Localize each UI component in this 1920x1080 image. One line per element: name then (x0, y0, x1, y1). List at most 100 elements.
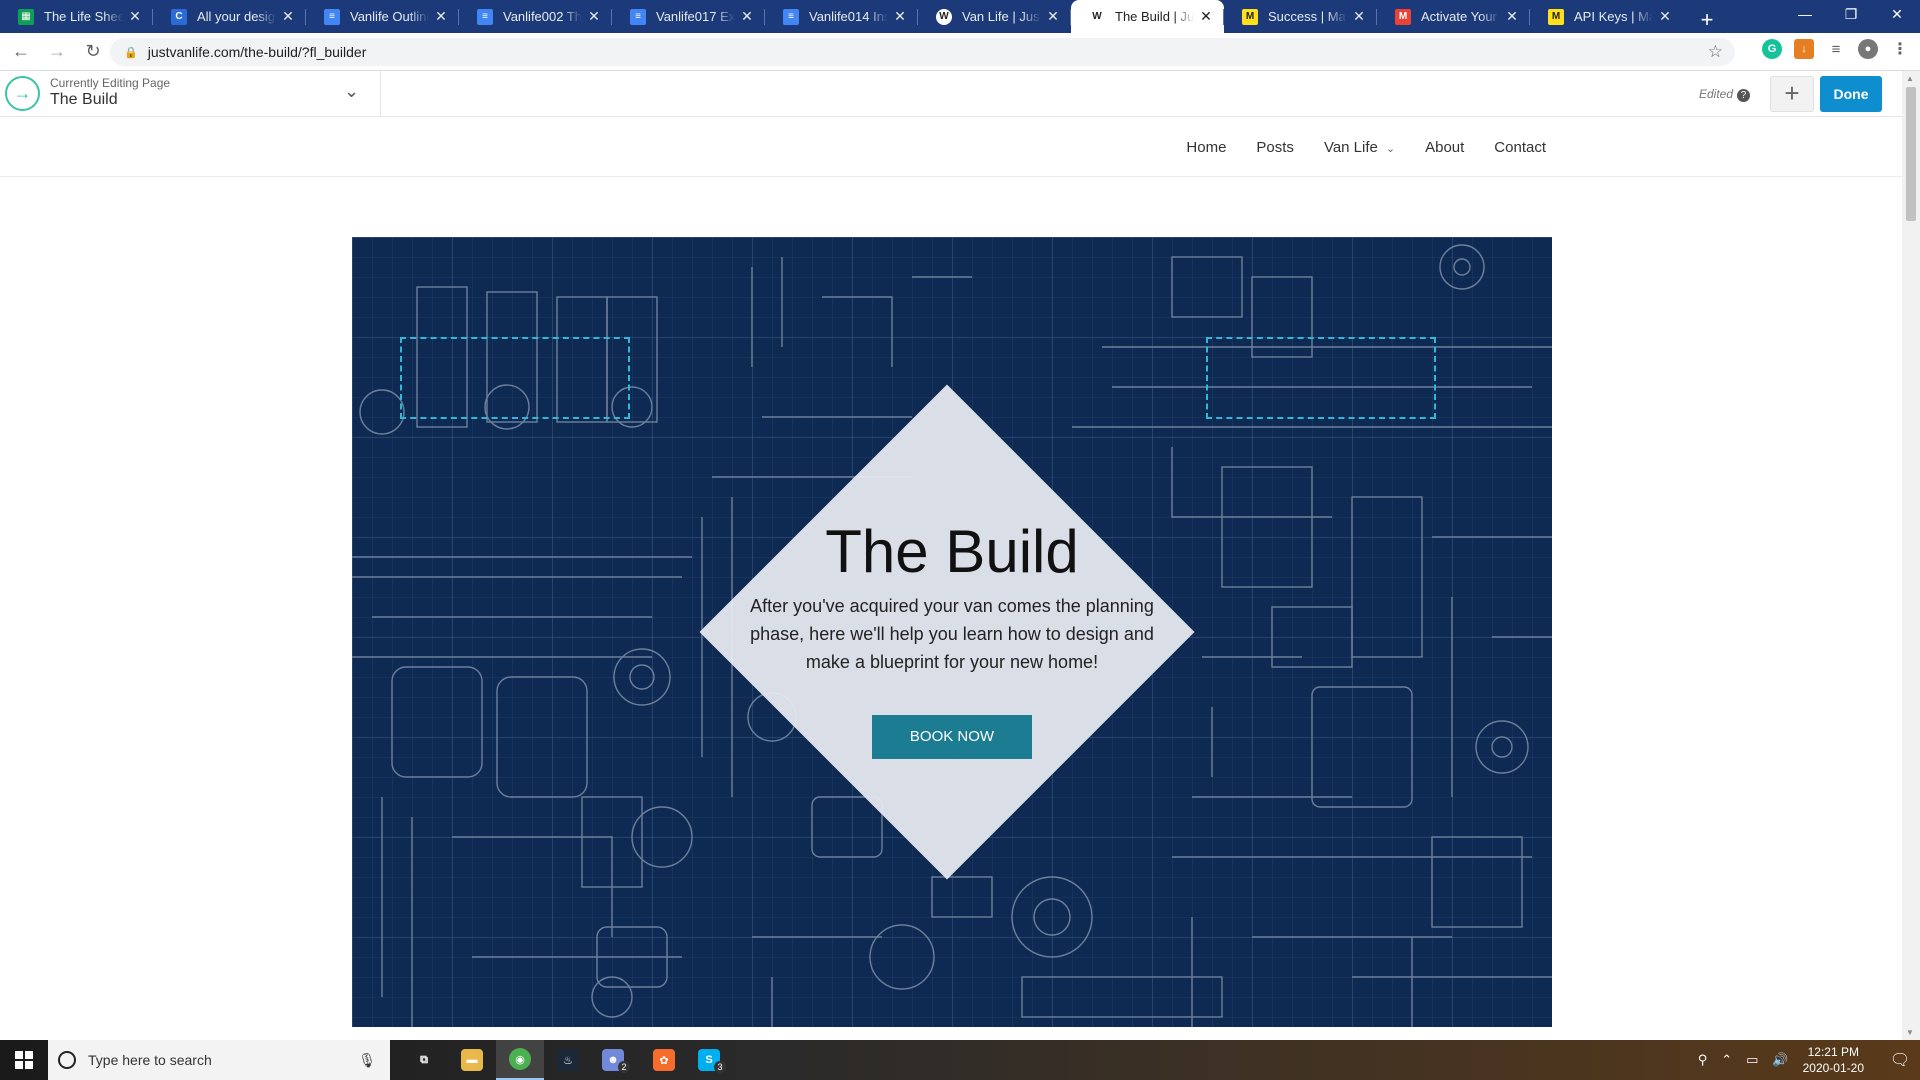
site-header: Home Posts Van Life ⌄ About Contact (0, 117, 1902, 177)
page-builder-bar: → Currently Editing Page The Build ⌄ Edi… (0, 71, 1902, 117)
close-window-button[interactable]: ✕ (1874, 0, 1920, 30)
selection-outline (400, 337, 630, 419)
tab-title[interactable]: The Life Sheet - G (44, 9, 123, 24)
chrome-menu-icon[interactable]: ⋮ (1890, 39, 1910, 59)
forward-icon[interactable]: → (42, 41, 72, 62)
reload-icon[interactable]: ↻ (78, 41, 108, 62)
volume-icon[interactable]: 🔊 (1772, 1052, 1788, 1068)
mailchimp-icon: M (1242, 8, 1258, 25)
hero-section[interactable]: The Build After you've acquired your van… (352, 237, 1552, 1027)
close-tab-icon[interactable]: ✕ (1351, 8, 1367, 25)
tab-title[interactable]: Vanlife002 The B (503, 9, 582, 24)
tab-title[interactable]: API Keys | Mailch (1574, 9, 1653, 24)
browser-tab[interactable]: ≡ Vanlife Outline - ✕ (306, 0, 459, 33)
taskbar-search[interactable]: Type here to search 🎙 (48, 1040, 390, 1080)
nav-contact[interactable]: Contact (1494, 139, 1546, 156)
chevron-down-icon[interactable]: ⌄ (1386, 143, 1395, 155)
browser-tab[interactable]: C All your designs ✕ (153, 0, 306, 33)
done-button[interactable]: Done (1820, 76, 1882, 112)
file-explorer-icon[interactable]: ▬ (448, 1040, 496, 1080)
extensions: G ↓ ≡ ● ⋮ (1762, 39, 1910, 59)
chrome-icon[interactable]: ◉ (496, 1040, 544, 1080)
close-tab-icon[interactable]: ✕ (892, 8, 908, 25)
download-extension-icon[interactable]: ↓ (1794, 39, 1814, 59)
app-badge: 2 (618, 1061, 630, 1073)
close-tab-icon[interactable]: ✕ (1504, 8, 1520, 25)
minimize-button[interactable]: — (1782, 0, 1828, 30)
skype-icon[interactable]: S3 (688, 1040, 736, 1080)
browser-tab[interactable]: ▦ The Life Sheet - G ✕ (0, 0, 153, 33)
tray-chevron-up-icon[interactable]: ⌃ (1721, 1052, 1732, 1068)
close-tab-icon[interactable]: ✕ (586, 8, 602, 25)
media-queue-icon[interactable]: ≡ (1826, 39, 1846, 59)
browser-tab[interactable]: ≡ Vanlife002 The B ✕ (459, 0, 612, 33)
tab-title[interactable]: Activate Your Ma (1421, 9, 1500, 24)
nav-about[interactable]: About (1425, 139, 1464, 156)
scroll-down-icon[interactable]: ▼ (1906, 1028, 1914, 1037)
clock[interactable]: 12:21 PM 2020-01-20 (1803, 1044, 1864, 1076)
people-icon[interactable]: ⚲ (1698, 1052, 1708, 1068)
tab-title[interactable]: All your designs (197, 9, 276, 24)
tab-title[interactable]: The Build | Just V (1115, 9, 1194, 24)
hero-title: The Build (825, 518, 1079, 585)
close-tab-icon[interactable]: ✕ (739, 8, 755, 25)
help-icon[interactable]: ? (1737, 89, 1750, 102)
lock-icon[interactable]: 🔒 (124, 46, 138, 59)
steam-icon[interactable]: ♨ (544, 1040, 592, 1080)
chevron-down-icon[interactable]: ⌄ (344, 81, 359, 102)
nav-van-life-label[interactable]: Van Life (1324, 139, 1378, 156)
scroll-up-icon[interactable]: ▲ (1906, 74, 1914, 83)
browser-tab[interactable]: M Success | Mailch ✕ (1224, 0, 1377, 33)
browser-tab[interactable]: ≡ Vanlife017 Exterr ✕ (612, 0, 765, 33)
close-tab-icon[interactable]: ✕ (433, 8, 449, 25)
book-now-button[interactable]: BOOK NOW (872, 715, 1032, 759)
discord-icon[interactable]: ☻ 2 (592, 1040, 640, 1080)
page-scrollbar[interactable]: ▲ ▼ (1902, 71, 1920, 1040)
profile-avatar[interactable]: ● (1858, 39, 1878, 59)
close-tab-icon[interactable]: ✕ (280, 8, 296, 25)
builder-arrow-icon[interactable]: → (5, 76, 40, 111)
close-tab-icon[interactable]: ✕ (1045, 8, 1061, 25)
url-text[interactable]: justvanlife.com/the-build/?fl_builder (148, 44, 367, 60)
editing-page-title[interactable]: The Build (50, 91, 118, 109)
task-view-icon[interactable]: ⧉ (400, 1040, 448, 1080)
browser-tab[interactable]: W The Build | Just V ✕ (1071, 0, 1224, 33)
grammarly-extension-icon[interactable]: G (1762, 39, 1782, 59)
nav-posts[interactable]: Posts (1256, 139, 1294, 156)
tab-title[interactable]: Vanlife Outline - (350, 9, 429, 24)
microphone-icon[interactable]: 🎙 (358, 1052, 376, 1069)
browser-tab[interactable]: M API Keys | Mailch ✕ (1530, 0, 1683, 33)
chrome-icon-glyph: ◉ (509, 1048, 531, 1070)
clock-time: 12:21 PM (1807, 1045, 1859, 1059)
tab-title[interactable]: Van Life | Just Va (962, 9, 1041, 24)
new-tab-button[interactable]: + (1695, 7, 1719, 33)
nav-home[interactable]: Home (1186, 139, 1226, 156)
steam-icon-glyph: ♨ (557, 1049, 579, 1071)
notification-icon[interactable]: 🗨 (1880, 1050, 1920, 1070)
nav-van-life[interactable]: Van Life ⌄ (1324, 139, 1395, 156)
windows-start-button[interactable] (0, 1040, 48, 1080)
back-icon[interactable]: ← (6, 41, 36, 62)
browser-toolbar: ← → ↻ 🔒 justvanlife.com/the-build/?fl_bu… (0, 33, 1920, 71)
tab-title[interactable]: Success | Mailch (1268, 9, 1347, 24)
bookmark-star-icon[interactable]: ☆ (1708, 42, 1723, 62)
tab-title[interactable]: Vanlife017 Exterr (656, 9, 735, 24)
tab-title[interactable]: Vanlife014 Insula (809, 9, 888, 24)
sheets-icon: ▦ (18, 8, 34, 25)
scrollbar-thumb[interactable] (1906, 87, 1916, 221)
close-tab-icon[interactable]: ✕ (127, 8, 143, 25)
edited-status: Edited? (1699, 87, 1750, 102)
browser-tab[interactable]: ≡ Vanlife014 Insula ✕ (765, 0, 918, 33)
origin-icon[interactable]: ✿ (640, 1040, 688, 1080)
network-icon[interactable]: ▭ (1746, 1052, 1758, 1068)
close-tab-icon[interactable]: ✕ (1198, 8, 1214, 25)
browser-tab[interactable]: M Activate Your Ma ✕ (1377, 0, 1530, 33)
add-content-button[interactable]: + (1770, 76, 1814, 112)
browser-tab[interactable]: W Van Life | Just Va ✕ (918, 0, 1071, 33)
docs-icon: ≡ (324, 8, 340, 25)
address-bar[interactable]: 🔒 justvanlife.com/the-build/?fl_builder … (110, 38, 1735, 66)
mailchimp-icon: M (1548, 8, 1564, 25)
close-tab-icon[interactable]: ✕ (1657, 8, 1673, 25)
search-placeholder[interactable]: Type here to search (88, 1052, 212, 1068)
restore-button[interactable]: ❐ (1828, 0, 1874, 30)
